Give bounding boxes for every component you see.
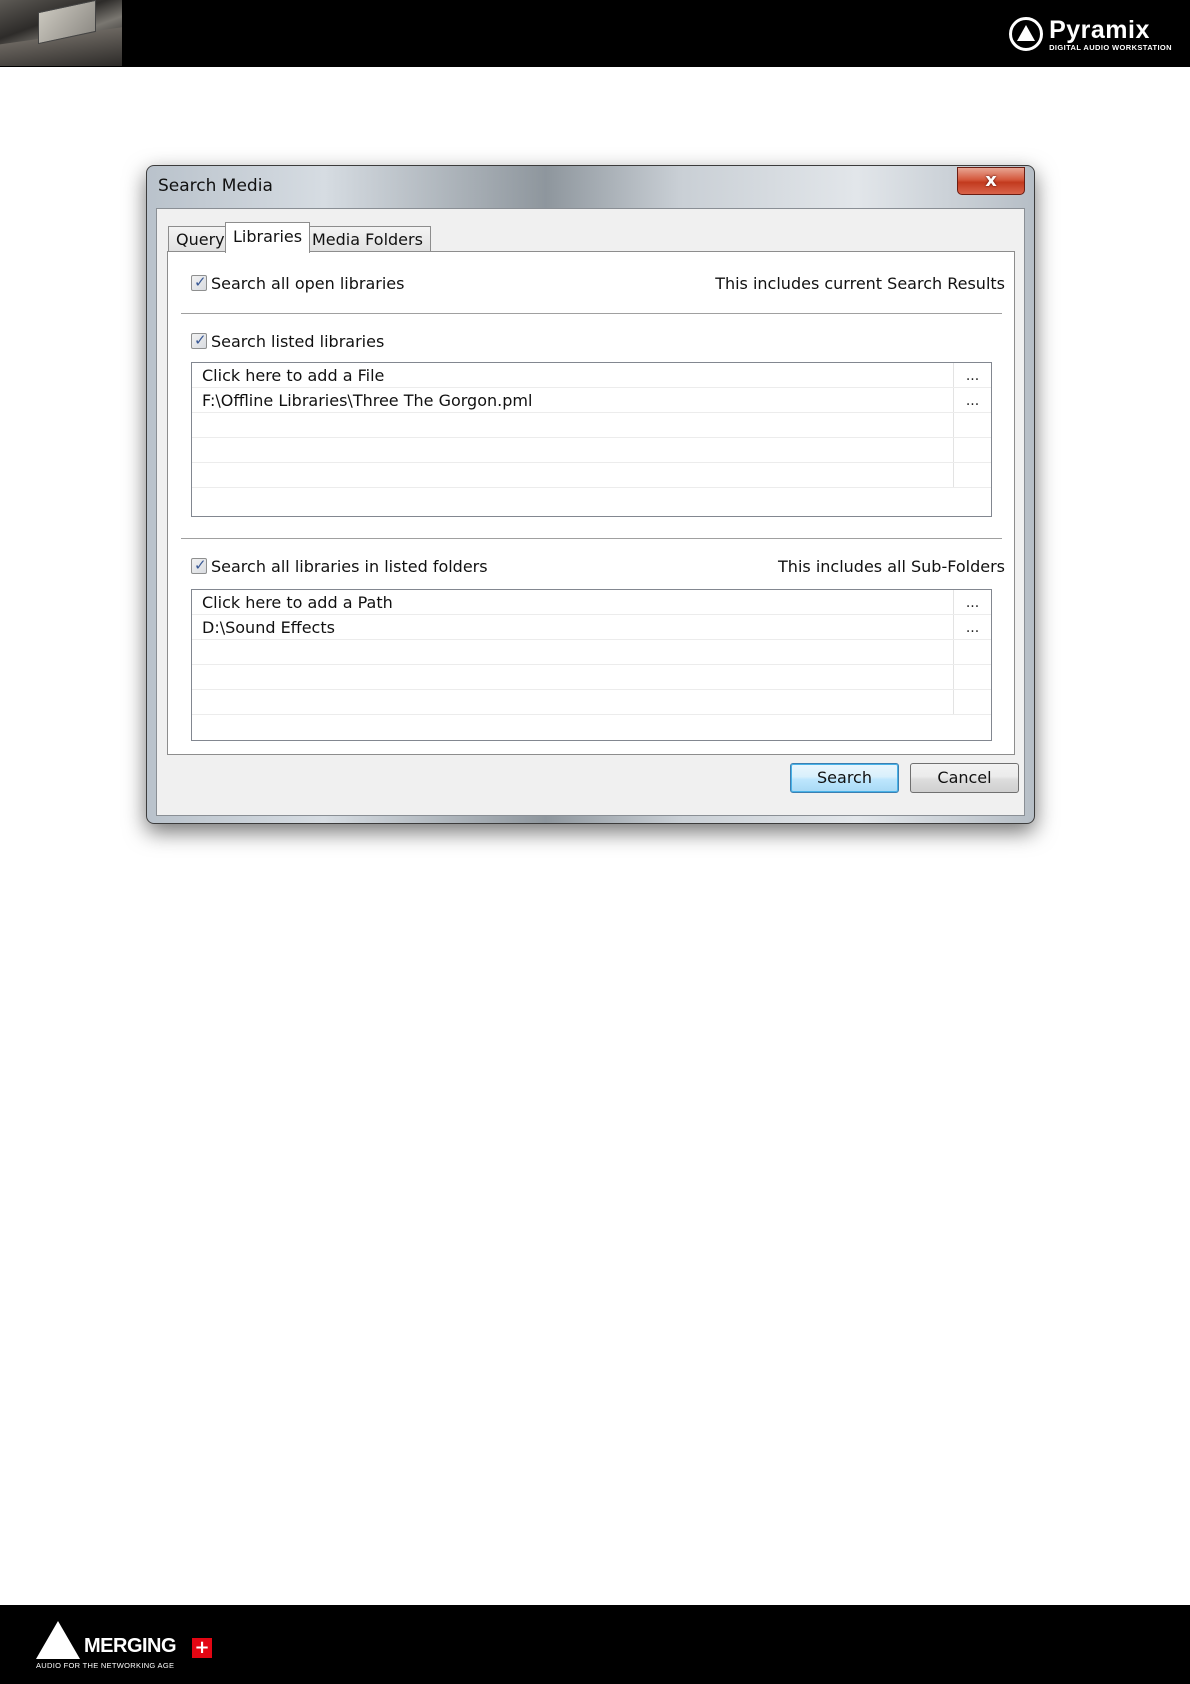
- browse-button[interactable]: ...: [953, 363, 991, 387]
- browse-cell: [953, 690, 991, 714]
- page-header: Pyramix DIGITAL AUDIO WORKSTATION: [0, 0, 1190, 67]
- listed-libraries-row: Search listed libraries: [191, 330, 1005, 352]
- folders-path-list[interactable]: Click here to add a Path ... D:\Sound Ef…: [191, 589, 992, 741]
- list-item[interactable]: [192, 413, 991, 438]
- merging-tagline: AUDIO FOR THE NETWORKING AGE: [36, 1661, 175, 1670]
- merging-triangle-icon: [36, 1621, 80, 1659]
- divider: [181, 313, 1002, 315]
- list-item[interactable]: [192, 640, 991, 665]
- list-item[interactable]: Click here to add a Path ...: [192, 590, 991, 615]
- swiss-cross-icon: +: [192, 1638, 212, 1658]
- close-icon: x: [985, 170, 997, 191]
- tab-media-folders[interactable]: Media Folders: [304, 226, 431, 252]
- page-footer: MERGING + AUDIO FOR THE NETWORKING AGE: [0, 1605, 1190, 1684]
- cancel-button[interactable]: Cancel: [910, 763, 1019, 793]
- title-bar[interactable]: Search Media x: [147, 166, 1034, 208]
- listed-folders-note: This includes all Sub-Folders: [778, 556, 1005, 576]
- divider: [181, 538, 1002, 540]
- list-item[interactable]: [192, 463, 991, 488]
- tab-libraries[interactable]: Libraries: [225, 222, 311, 253]
- browse-cell: [953, 665, 991, 689]
- close-button[interactable]: x: [957, 167, 1025, 195]
- listed-folders-checkbox[interactable]: [191, 556, 207, 574]
- open-libraries-note: This includes current Search Results: [715, 273, 1005, 293]
- browse-cell: [953, 438, 991, 462]
- list-item[interactable]: D:\Sound Effects ...: [192, 615, 991, 640]
- open-libraries-checkbox[interactable]: [191, 273, 207, 291]
- browse-button[interactable]: ...: [953, 590, 991, 614]
- dialog-client-area: Query Libraries Media Folders Search all…: [156, 208, 1025, 816]
- header-photo: [0, 0, 122, 66]
- browse-cell: [953, 640, 991, 664]
- libraries-file-list[interactable]: Click here to add a File ... F:\Offline …: [191, 362, 992, 517]
- search-button[interactable]: Search: [790, 763, 899, 793]
- list-item[interactable]: [192, 438, 991, 463]
- open-libraries-label[interactable]: Search all open libraries: [211, 274, 404, 293]
- merging-brand-name: MERGING: [84, 1635, 177, 1657]
- list-item[interactable]: F:\Offline Libraries\Three The Gorgon.pm…: [192, 388, 991, 413]
- libraries-panel: Search all open libraries This includes …: [167, 251, 1015, 755]
- dialog-title: Search Media: [158, 176, 273, 196]
- list-item[interactable]: [192, 665, 991, 690]
- browse-button[interactable]: ...: [953, 388, 991, 412]
- listed-folders-label[interactable]: Search all libraries in listed folders: [211, 557, 488, 576]
- listed-folders-row: Search all libraries in listed folders T…: [191, 555, 1005, 577]
- search-media-dialog: Search Media x Query Libraries Media Fol…: [146, 165, 1035, 824]
- merging-logo: MERGING + AUDIO FOR THE NETWORKING AGE: [36, 1621, 216, 1671]
- pyramix-logo: Pyramix DIGITAL AUDIO WORKSTATION: [1009, 12, 1172, 56]
- open-libraries-row: Search all open libraries This includes …: [191, 272, 1005, 294]
- list-item[interactable]: [192, 690, 991, 715]
- brand-name: Pyramix: [1049, 15, 1150, 44]
- listed-libraries-label[interactable]: Search listed libraries: [211, 332, 384, 351]
- browse-cell: [953, 413, 991, 437]
- brand-tagline: DIGITAL AUDIO WORKSTATION: [1049, 42, 1172, 52]
- tab-query[interactable]: Query: [168, 226, 233, 252]
- listed-libraries-checkbox[interactable]: [191, 331, 207, 349]
- pyramix-triangle-icon: [1009, 17, 1044, 51]
- list-item[interactable]: Click here to add a File ...: [192, 363, 991, 388]
- browse-button[interactable]: ...: [953, 615, 991, 639]
- browse-cell: [953, 463, 991, 487]
